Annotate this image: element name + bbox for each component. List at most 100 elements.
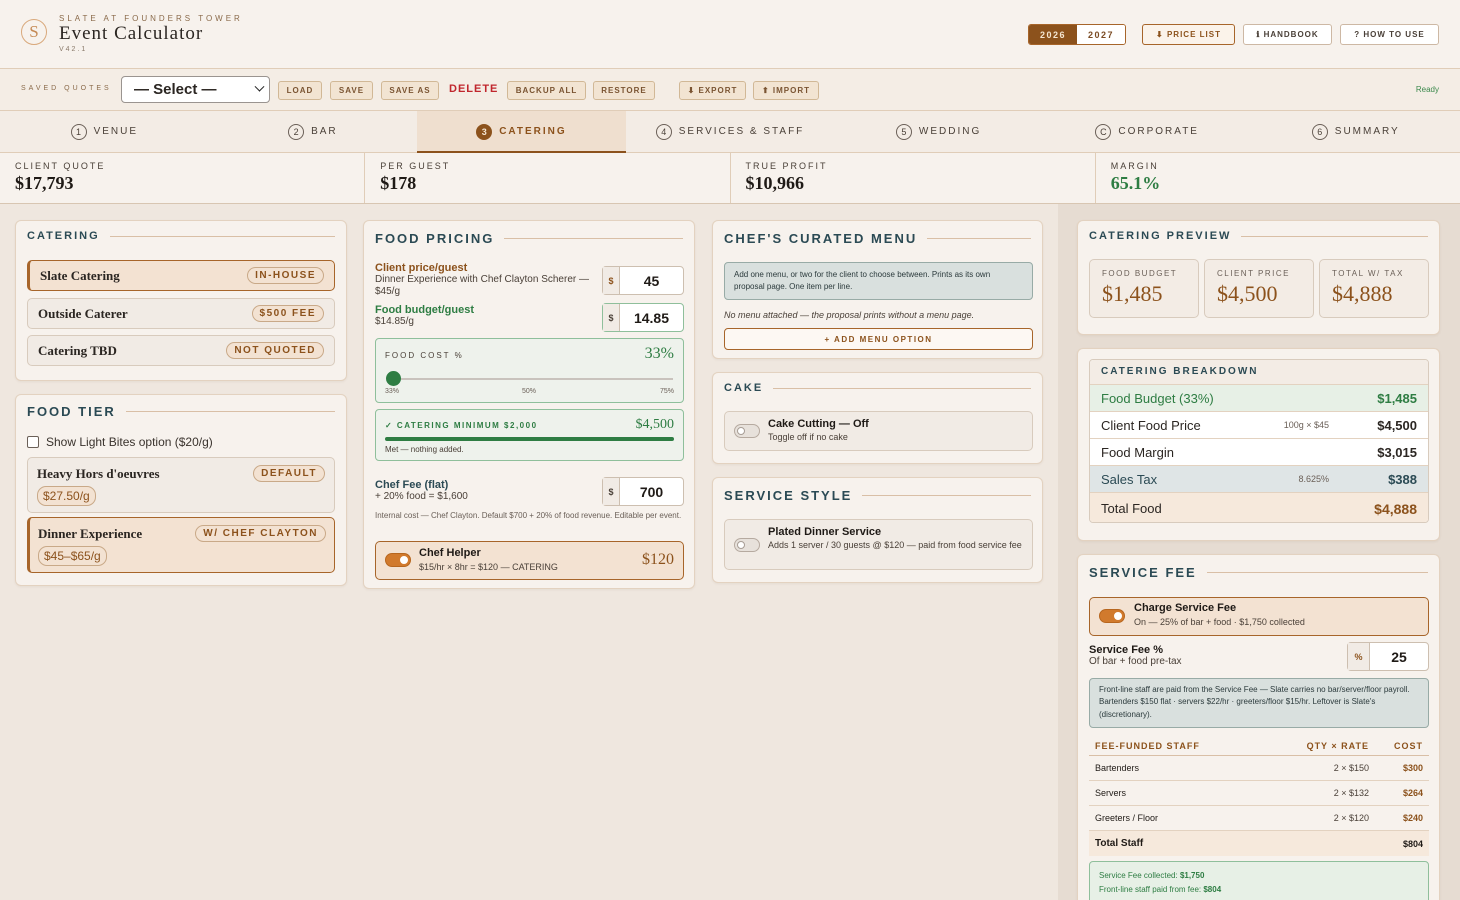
- plated-dinner-text: Plated Dinner Service Adds 1 server / 30…: [768, 526, 1026, 551]
- load-button[interactable]: LOAD: [278, 81, 322, 100]
- backup-all-button[interactable]: BACKUP ALL: [507, 81, 586, 100]
- card-title: CHEF'S CURATED MENU: [724, 231, 1031, 246]
- breakdown-row-client-food-price: Client Food Price 100g × $45 $4,500: [1090, 411, 1428, 438]
- food-cost-slider-handle[interactable]: [386, 371, 401, 386]
- client-price-value: 45: [643, 272, 660, 289]
- chef-helper-text: Chef Helper $15/hr × 8hr = $120 — CATERI…: [419, 547, 558, 572]
- staff-header-qty: QTY × RATE: [1306, 740, 1369, 751]
- food-cost-value: 33%: [644, 345, 674, 362]
- tier-dinner-experience[interactable]: Dinner Experience W/ CHEF CLAYTON $45–$65…: [27, 517, 335, 573]
- saved-quotes-select[interactable]: — Select —: [121, 76, 270, 103]
- catering-minimum-label: ✓ CATERING MINIMUM $2,000: [385, 421, 538, 430]
- plated-dinner-toggle[interactable]: [734, 538, 760, 552]
- save-button[interactable]: SAVE: [330, 81, 373, 100]
- price-list-button[interactable]: ⬇ PRICE LIST: [1142, 24, 1235, 45]
- chef-helper-toggle-row[interactable]: Chef Helper $15/hr × 8hr = $120 — CATERI…: [375, 541, 684, 580]
- tab-venue[interactable]: 1 VENUE: [0, 111, 209, 152]
- cake-cutting-toggle-row[interactable]: Cake Cutting — Off Toggle off if no cake: [724, 411, 1033, 451]
- plated-dinner-title: Plated Dinner Service: [768, 526, 882, 538]
- breakdown-label: Total Food: [1101, 501, 1162, 516]
- staff-cost: $240: [1402, 813, 1423, 823]
- light-bites-checkbox[interactable]: [27, 436, 39, 448]
- staff-total-value: $804: [1402, 838, 1423, 849]
- how-to-use-button[interactable]: ? HOW TO USE: [1340, 24, 1439, 45]
- light-bites-label: Show Light Bites option ($20/g): [46, 435, 213, 449]
- year-2027-button[interactable]: 2027: [1077, 25, 1125, 44]
- import-button[interactable]: ⬆ IMPORT: [753, 81, 819, 100]
- tier-name: Heavy Hors d'oeuvres: [37, 465, 160, 481]
- light-bites-checkbox-row[interactable]: Show Light Bites option ($20/g): [27, 435, 213, 449]
- kpi-margin: MARGIN 65.1%: [1096, 153, 1460, 203]
- tab-services-staff[interactable]: 4 SERVICES & STAFF: [626, 111, 835, 152]
- save-as-button[interactable]: SAVE AS: [381, 81, 439, 100]
- food-budget-input[interactable]: $ 14.85: [602, 303, 684, 332]
- cake-cutting-toggle[interactable]: [734, 424, 760, 438]
- breakdown-meta: 100g × $45: [1283, 420, 1329, 430]
- option-name: Catering TBD: [38, 342, 117, 358]
- service-fee-info: Front-line staff are paid from the Servi…: [1089, 678, 1429, 728]
- tab-label: SERVICES & STAFF: [678, 126, 805, 137]
- breakdown-row-total-food: Total Food $4,888: [1090, 492, 1428, 522]
- chef-helper-title: Chef Helper: [419, 547, 481, 559]
- staff-header-name: FEE-FUNDED STAFF: [1095, 740, 1200, 751]
- tab-label: SUMMARY: [1334, 126, 1400, 137]
- chef-fee-value: 700: [639, 483, 664, 500]
- tier-price: $45–$65/g: [38, 546, 107, 566]
- chefs-menu-info: Add one menu, or two for the client to c…: [724, 262, 1033, 300]
- delete-button[interactable]: DELETE: [449, 83, 498, 95]
- tier-badge: DEFAULT: [253, 465, 325, 482]
- chef-helper-toggle[interactable]: [385, 553, 411, 567]
- breakdown-row-food-margin: Food Margin $3,015: [1090, 438, 1428, 465]
- client-price-input[interactable]: $ 45: [602, 266, 684, 295]
- currency-prefix: $: [603, 267, 620, 294]
- preview-label: CLIENT PRICE: [1217, 269, 1290, 278]
- tab-wedding[interactable]: 5 WEDDING: [834, 111, 1043, 152]
- restore-button[interactable]: RESTORE: [593, 81, 655, 100]
- option-name: Outside Caterer: [38, 305, 128, 321]
- export-button[interactable]: ⬇ EXPORT: [679, 81, 746, 100]
- service-fee-pct-input[interactable]: % 25: [1347, 642, 1429, 671]
- tab-label: BAR: [311, 126, 338, 137]
- chef-helper-value: $120: [642, 551, 674, 568]
- staff-row: Servers 2 × $132 $264: [1089, 781, 1429, 806]
- toggle-knob: [737, 541, 745, 549]
- plated-dinner-toggle-row[interactable]: Plated Dinner Service Adds 1 server / 30…: [724, 519, 1033, 570]
- client-price-label: Client price/guest: [375, 262, 468, 274]
- add-menu-option-button[interactable]: + ADD MENU OPTION: [724, 328, 1033, 350]
- tab-corporate[interactable]: C CORPORATE: [1043, 111, 1252, 152]
- staff-qty: 2 × $132: [1333, 788, 1369, 798]
- card-title: CATERING: [27, 230, 335, 242]
- catering-option-outside[interactable]: Outside Caterer $500 FEE: [27, 298, 335, 329]
- chef-helper-desc: $15/hr × 8hr = $120 — CATERING: [419, 562, 558, 572]
- chef-fee-note: Internal cost — Chef Clayton. Default $7…: [375, 511, 682, 520]
- staff-name: Bartenders: [1095, 763, 1140, 773]
- tab-number: 6: [1311, 123, 1328, 140]
- chevron-down-icon: [254, 81, 265, 92]
- charge-service-fee-toggle[interactable]: [1099, 609, 1125, 623]
- staff-row: Bartenders 2 × $150 $300: [1089, 756, 1429, 781]
- service-fee-pct-label: Service Fee %: [1089, 644, 1163, 656]
- charge-service-fee-toggle-row[interactable]: Charge Service Fee On — 25% of bar + foo…: [1089, 597, 1429, 636]
- chef-fee-label-group: Chef Fee (flat) + 20% food = $1,600: [375, 479, 595, 503]
- catering-preview-card: CATERING PREVIEW FOOD BUDGET $1,485 CLIE…: [1077, 220, 1440, 335]
- food-cost-slider-track[interactable]: [393, 378, 673, 380]
- cake-cutting-text: Cake Cutting — Off Toggle off if no cake: [768, 418, 869, 442]
- tab-summary[interactable]: 6 SUMMARY: [1251, 111, 1460, 152]
- tab-number: 4: [655, 123, 672, 140]
- catering-option-tbd[interactable]: Catering TBD NOT QUOTED: [27, 335, 335, 366]
- food-tier-card: FOOD TIER Show Light Bites option ($20/g…: [15, 394, 347, 586]
- year-2026-button[interactable]: 2026: [1029, 25, 1077, 44]
- tier-heavy-hors-doeuvres[interactable]: Heavy Hors d'oeuvres DEFAULT $27.50/g: [27, 457, 335, 513]
- tab-catering[interactable]: 3 CATERING: [417, 111, 626, 153]
- tab-bar[interactable]: 2 BAR: [209, 111, 418, 152]
- cake-card: CAKE Cake Cutting — Off Toggle off if no…: [712, 372, 1043, 464]
- preview-food-budget: FOOD BUDGET $1,485: [1089, 259, 1199, 318]
- chef-fee-input[interactable]: $ 700: [602, 477, 684, 506]
- kpi-label: CLIENT QUOTE: [15, 161, 106, 171]
- logo-mark: S: [21, 19, 47, 45]
- preview-label: TOTAL W/ TAX: [1332, 269, 1404, 278]
- catering-option-slate[interactable]: Slate Catering IN-HOUSE: [27, 260, 335, 291]
- breakdown-label: Food Margin: [1101, 444, 1174, 460]
- handbook-button[interactable]: ℹ HANDBOOK: [1243, 24, 1332, 45]
- kpi-client-quote: CLIENT QUOTE $17,793: [0, 153, 366, 203]
